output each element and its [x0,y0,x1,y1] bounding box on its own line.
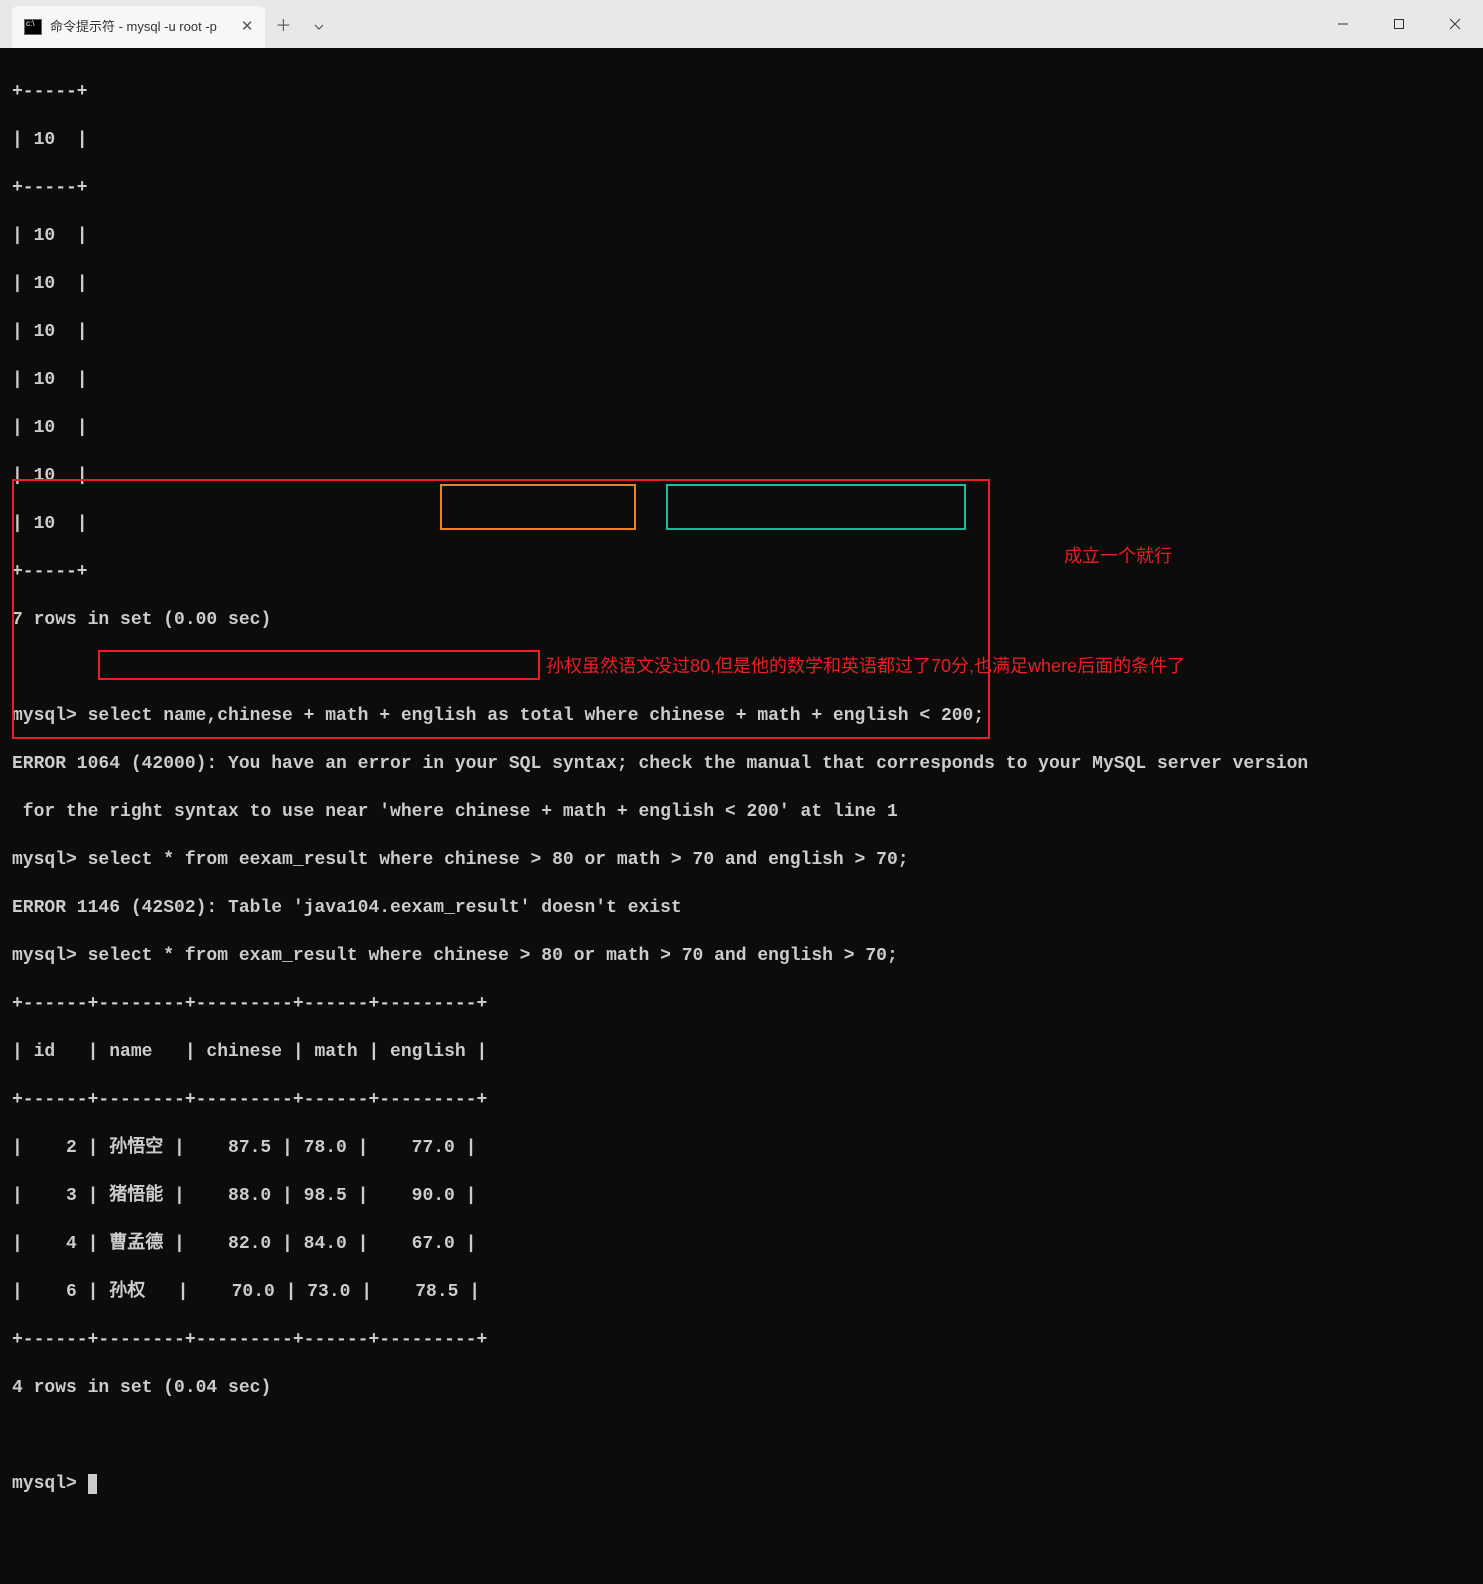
tab-title: 命令提示符 - mysql -u root -p [50,15,217,39]
cmd-icon: c:\ [24,19,42,35]
terminal-line: | 2 | 孙悟空 | 87.5 | 78.0 | 77.0 | [12,1136,1471,1160]
cursor [88,1474,97,1494]
terminal-line: +------+--------+---------+------+------… [12,1088,1471,1112]
terminal-line: +-----+ [12,176,1471,200]
terminal-line: | 3 | 猪悟能 | 88.0 | 98.5 | 90.0 | [12,1184,1471,1208]
terminal-line: mysql> select * from exam_result where c… [12,944,1471,968]
terminal-line: | 10 | [12,128,1471,152]
terminal-line: +------+--------+---------+------+------… [12,1328,1471,1352]
terminal-line: ERROR 1146 (42S02): Table 'java104.eexam… [12,896,1471,920]
terminal-line: | 10 | [12,224,1471,248]
terminal-prompt: mysql> [12,1474,88,1494]
terminal-line: +------+--------+---------+------+------… [12,992,1471,1016]
terminal-line: | 10 | [12,272,1471,296]
window-controls [1315,0,1483,48]
terminal-line: ERROR 1064 (42000): You have an error in… [12,752,1471,776]
terminal-body[interactable]: +-----+ | 10 | +-----+ | 10 | | 10 | | 1… [0,48,1483,792]
terminal-line: | id | name | chinese | math | english | [12,1040,1471,1064]
annotation-text-1: 成立一个就行 [1064,544,1172,568]
annotation-text-2: 孙权虽然语文没过80,但是他的数学和英语都过了70分,也满足where后面的条件… [546,654,1185,678]
minimize-icon [1337,18,1349,30]
tab-active[interactable]: c:\ 命令提示符 - mysql -u root -p ✕ [12,6,265,48]
close-window-button[interactable] [1427,4,1483,44]
maximize-icon [1393,18,1405,30]
terminal-line: for the right syntax to use near 'where … [12,800,1471,824]
terminal-line [12,1424,1471,1448]
maximize-button[interactable] [1371,4,1427,44]
window-title-bar: c:\ 命令提示符 - mysql -u root -p ✕ ＋ [0,0,1483,48]
close-tab-icon[interactable]: ✕ [225,15,254,39]
terminal-line: mysql> select name,chinese + math + engl… [12,704,1471,728]
terminal-line: mysql> select * from eexam_result where … [12,848,1471,872]
chevron-down-icon [313,21,325,33]
terminal-line: | 10 | [12,320,1471,344]
minimize-button[interactable] [1315,4,1371,44]
terminal-line: | 10 | [12,464,1471,488]
tab-dropdown-button[interactable] [301,6,337,48]
terminal-line: +-----+ [12,80,1471,104]
new-tab-button[interactable]: ＋ [265,6,301,48]
terminal-line: | 10 | [12,512,1471,536]
terminal-line: 7 rows in set (0.00 sec) [12,608,1471,632]
terminal-line: | 4 | 曹孟德 | 82.0 | 84.0 | 67.0 | [12,1232,1471,1256]
terminal-line: | 10 | [12,416,1471,440]
terminal-line: +-----+ [12,560,1471,584]
terminal-prompt-line: mysql> [12,1472,1471,1496]
close-icon [1449,18,1461,30]
terminal-line: 4 rows in set (0.04 sec) [12,1376,1471,1400]
terminal-line: | 10 | [12,368,1471,392]
terminal-line: | 6 | 孙权 | 70.0 | 73.0 | 78.5 | [12,1280,1471,1304]
